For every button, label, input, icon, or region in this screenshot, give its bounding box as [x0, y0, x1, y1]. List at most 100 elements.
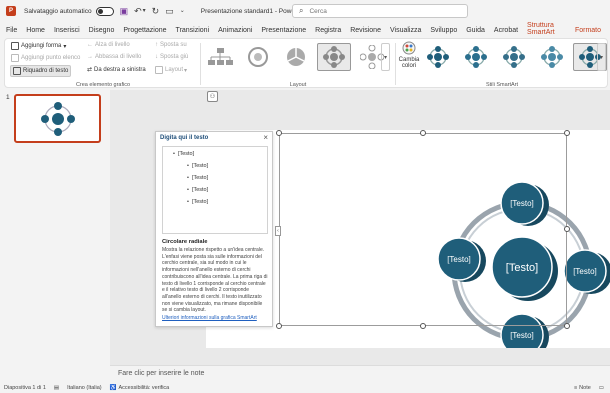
text-pane-item[interactable]: [Testo]: [187, 175, 208, 181]
arrow-up-icon: ↑: [155, 42, 158, 48]
style-thumb-1[interactable]: [421, 43, 455, 71]
resize-handle-bottom[interactable]: [420, 323, 426, 329]
normal-view-icon[interactable]: ▭: [599, 385, 604, 391]
tab-acrobat[interactable]: Acrobat: [494, 25, 518, 36]
add-shape-button[interactable]: Aggiungi forma ▾: [11, 42, 66, 50]
search-input[interactable]: [309, 7, 450, 15]
tab-format[interactable]: Formato: [575, 25, 601, 36]
text-pane-icon: [13, 67, 21, 75]
right-to-left-label: Da destra a sinistra: [94, 66, 146, 73]
smartart-text-pane: Digita qui il testo × [Testo] [Testo] [T…: [155, 131, 273, 327]
resize-handle-top[interactable]: [420, 130, 426, 136]
layout-thumb-pie[interactable]: [279, 43, 313, 71]
more-info-link[interactable]: Ulteriori informazioni sulla grafica Sma…: [162, 315, 257, 321]
layouts-group: ▾ Layout: [203, 39, 393, 89]
undo-dropdown-icon[interactable]: ▾: [143, 8, 146, 14]
undo-icon[interactable]: ↶: [134, 6, 142, 16]
customize-toolbar-icon[interactable]: ⌄: [180, 8, 185, 14]
tab-file[interactable]: File: [6, 25, 17, 36]
document-title: Presentazione standard1 - PowerP...: [200, 7, 307, 15]
layout-thumb-hierarchy[interactable]: [203, 43, 237, 71]
layout-thumb-radial-cycle[interactable]: [317, 43, 351, 71]
tab-insert[interactable]: Inserisci: [54, 25, 80, 36]
accessibility-icon: ♿: [109, 385, 117, 391]
slide-thumbnail[interactable]: [14, 94, 101, 143]
tab-transitions[interactable]: Transizioni: [176, 25, 210, 36]
tab-slideshow[interactable]: Presentazione: [261, 25, 306, 36]
text-pane-item[interactable]: [Testo]: [187, 163, 208, 169]
resize-handle-top-left[interactable]: [276, 130, 282, 136]
add-shape-label: Aggiungi forma: [21, 43, 62, 49]
notes-placeholder: Fare clic per inserire le note: [118, 370, 205, 377]
change-colors-button[interactable]: Cambia colori: [399, 41, 419, 69]
tab-record[interactable]: Registra: [315, 25, 341, 36]
tab-draw[interactable]: Disegno: [89, 25, 115, 36]
layout-description-title: Circolare radiale: [162, 239, 208, 245]
status-bar: Diapositiva 1 di 1 ▤ Italiano (Italia) ♿…: [0, 383, 610, 393]
resize-handle-right[interactable]: [564, 226, 570, 232]
group-divider: [395, 43, 396, 85]
save-icon[interactable]: ▣: [120, 6, 129, 16]
layout-gallery: [203, 43, 393, 73]
demote-button[interactable]: → Abbassa di livello: [87, 54, 141, 60]
move-up-button[interactable]: ↑ Sposta su: [155, 42, 187, 48]
text-pane-toggle-button[interactable]: ‹: [275, 226, 281, 236]
autosave-toggle[interactable]: [95, 6, 114, 16]
design-ideas-button[interactable]: ⚇: [207, 91, 218, 102]
group-divider: [200, 43, 201, 85]
tab-animations[interactable]: Animazioni: [218, 25, 252, 36]
text-pane-item[interactable]: [Testo]: [187, 187, 208, 193]
spellcheck-icon[interactable]: ▤: [54, 385, 59, 391]
tab-developer[interactable]: Sviluppo: [430, 25, 457, 36]
language-indicator[interactable]: Italiano (Italia): [67, 385, 102, 391]
promote-button[interactable]: ← Alza di livello: [87, 42, 130, 48]
tab-view[interactable]: Visualizza: [390, 25, 421, 36]
close-icon[interactable]: ×: [263, 133, 268, 142]
layout-button[interactable]: Layout ▾: [155, 66, 187, 74]
tab-home[interactable]: Home: [26, 25, 45, 36]
notes-pane[interactable]: Fare clic per inserire le note: [110, 365, 610, 383]
status-bar-right: ≡ Note ▭: [566, 385, 604, 391]
resize-handle-top-right[interactable]: [564, 130, 570, 136]
create-graphic-group: Aggiungi forma ▾ Aggiungi punto elenco R…: [7, 39, 199, 89]
dropdown-icon: ▾: [63, 43, 67, 50]
outer-circle-bottom-text: [Testo]: [510, 331, 534, 340]
resize-handle-bottom-right[interactable]: [564, 323, 570, 329]
ribbon-tabs: File Home Inserisci Disegno Progettazion…: [0, 20, 610, 40]
redo-icon[interactable]: ↻: [152, 6, 160, 16]
style-thumb-4[interactable]: [535, 43, 569, 71]
style-preview-icon: [427, 46, 449, 68]
style-preview-icon: [465, 46, 487, 68]
layout-gallery-more-button[interactable]: ▾: [381, 43, 390, 71]
slide-number: 1: [6, 94, 10, 101]
slideshow-icon[interactable]: ▭: [165, 6, 174, 16]
style-thumb-3[interactable]: [497, 43, 531, 71]
resize-handle-bottom-left[interactable]: [276, 323, 282, 329]
layout-thumb-cycle[interactable]: [241, 43, 275, 71]
tab-design[interactable]: Progettazione: [123, 25, 166, 36]
arrow-right-icon: →: [87, 54, 93, 60]
text-pane-button[interactable]: Riquadro di testo: [10, 65, 72, 77]
ribbon: Aggiungi forma ▾ Aggiungi punto elenco R…: [4, 38, 608, 88]
slide-thumbnail-preview: [41, 102, 75, 136]
text-pane-item[interactable]: [Testo]: [187, 199, 208, 205]
add-bullet-label: Aggiungi punto elenco: [21, 55, 81, 61]
tab-help[interactable]: Guida: [466, 25, 485, 36]
styles-gallery: [421, 43, 610, 73]
tab-review[interactable]: Revisione: [350, 25, 381, 36]
styles-gallery-more-button[interactable]: ▾: [597, 43, 606, 71]
text-pane-item[interactable]: [Testo]: [173, 151, 194, 157]
right-to-left-button[interactable]: ⇄ Da destra a sinistra: [87, 66, 146, 74]
add-bullet-button[interactable]: Aggiungi punto elenco: [11, 54, 80, 62]
text-pane-list[interactable]: [Testo] [Testo] [Testo] [Testo] [Testo]: [162, 146, 268, 234]
pie-layout-icon: [287, 48, 305, 66]
notes-button[interactable]: Note: [579, 385, 591, 391]
tab-smartart-design[interactable]: Struttura SmartArt: [527, 20, 566, 40]
style-thumb-2[interactable]: [459, 43, 493, 71]
search-box[interactable]: ⌕: [292, 4, 468, 18]
move-down-button[interactable]: ↓ Sposta giù: [155, 54, 188, 60]
add-bullet-icon: [11, 54, 19, 62]
smartart-selection-frame: [279, 133, 567, 326]
accessibility-status[interactable]: Accessibilità: verifica: [119, 385, 170, 391]
slides-pane: 1: [0, 90, 110, 383]
